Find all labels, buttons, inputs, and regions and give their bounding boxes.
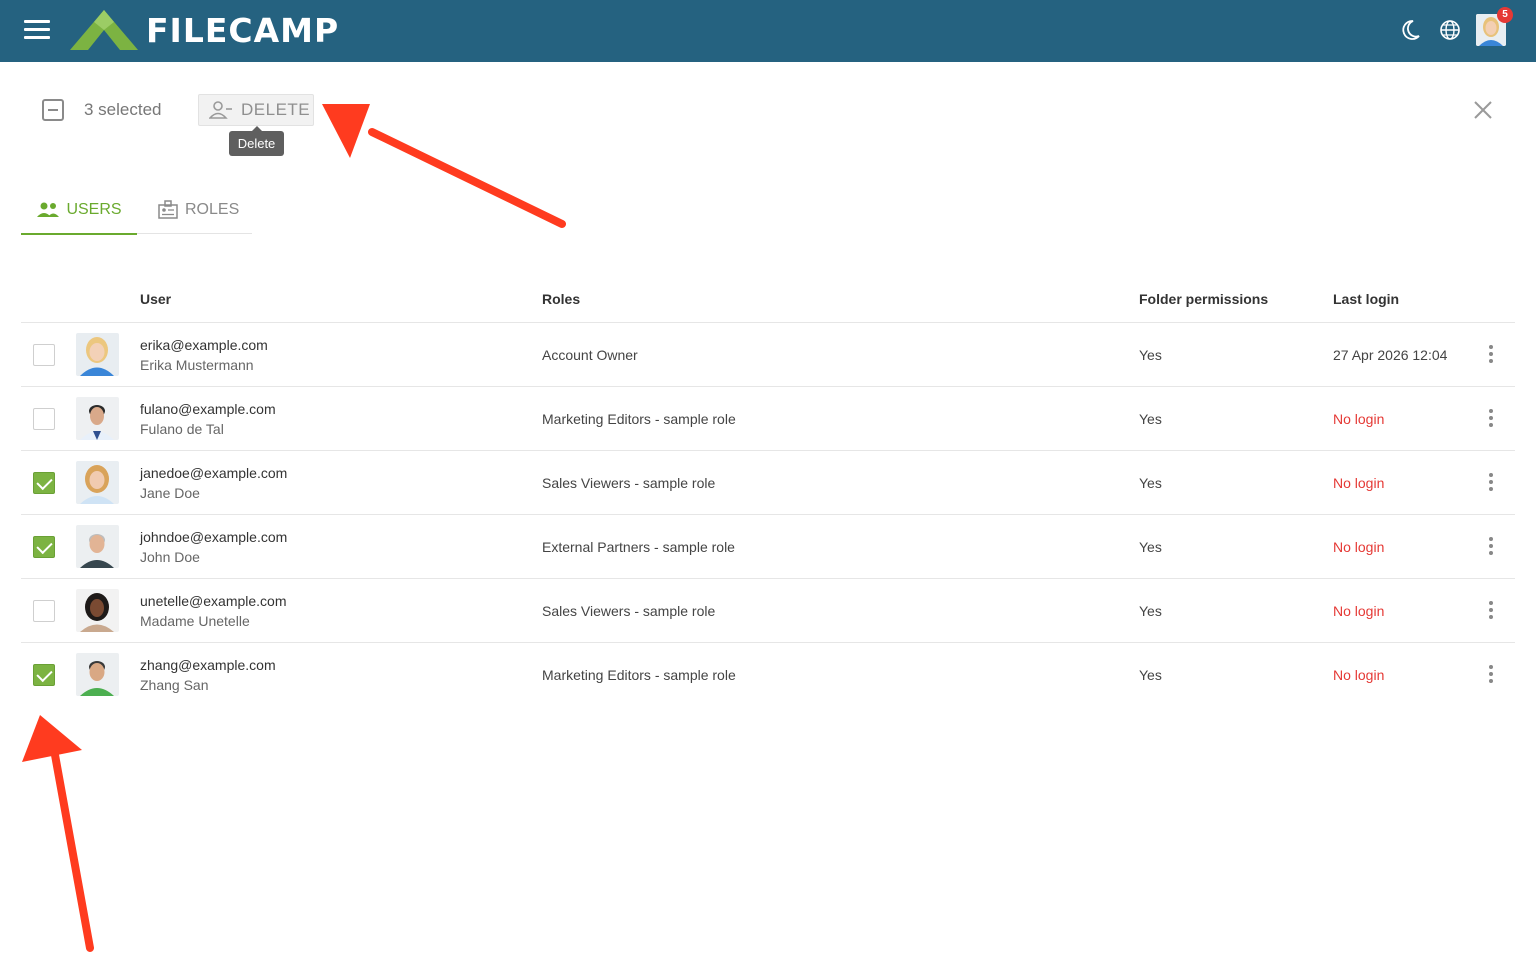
user-email: janedoe@example.com (140, 465, 288, 481)
tab-users[interactable]: USERS (21, 186, 137, 235)
more-vert-icon[interactable] (1487, 345, 1495, 365)
folder-permissions: Yes (1139, 539, 1162, 555)
user-role: External Partners - sample role (542, 539, 735, 555)
folder-permissions: Yes (1139, 475, 1162, 491)
selected-count: 3 selected (84, 100, 162, 119)
close-icon[interactable] (1472, 99, 1494, 121)
tab-users-label: USERS (66, 200, 122, 218)
delete-button[interactable]: DELETE (198, 94, 314, 126)
last-login: No login (1333, 475, 1385, 491)
user-email: zhang@example.com (140, 657, 276, 673)
row-checkbox[interactable] (33, 600, 55, 622)
logo-mountain-icon (70, 10, 138, 50)
folder-permissions: Yes (1139, 603, 1162, 619)
delete-tooltip: Delete (229, 126, 284, 156)
row-checkbox[interactable] (33, 664, 55, 686)
select-all-checkbox[interactable] (42, 99, 64, 121)
table-row[interactable]: johndoe@example.com John Doe External Pa… (21, 515, 1515, 579)
users-icon (37, 202, 60, 217)
delete-button-label: DELETE (241, 100, 311, 119)
more-vert-icon[interactable] (1487, 473, 1495, 493)
column-header-folder-permissions[interactable]: Folder permissions (1139, 291, 1268, 307)
row-checkbox[interactable] (33, 344, 55, 366)
notification-badge: 5 (1497, 7, 1513, 23)
user-email: erika@example.com (140, 337, 268, 353)
last-login: No login (1333, 667, 1385, 683)
user-avatar (76, 653, 119, 696)
last-login: No login (1333, 539, 1385, 555)
user-email: johndoe@example.com (140, 529, 288, 545)
arrow-to-delete-button (322, 104, 566, 228)
user-avatar (76, 525, 119, 568)
folder-permissions: Yes (1139, 411, 1162, 427)
user-avatar (76, 461, 119, 504)
user-name: Madame Unetelle (140, 613, 250, 629)
user-name: Erika Mustermann (140, 357, 254, 373)
last-login: 27 Apr 2026 12:04 (1333, 347, 1448, 363)
user-email: fulano@example.com (140, 401, 276, 417)
menu-icon[interactable] (24, 20, 50, 42)
folder-permissions: Yes (1139, 667, 1162, 683)
last-login: No login (1333, 411, 1385, 427)
more-vert-icon[interactable] (1487, 601, 1495, 621)
table-row[interactable]: erika@example.com Erika Mustermann Accou… (21, 323, 1515, 387)
user-avatar (76, 397, 119, 440)
roles-icon (158, 200, 178, 219)
user-name: Jane Doe (140, 485, 200, 501)
user-role: Sales Viewers - sample role (542, 603, 716, 619)
tab-bar: USERS ROLES (21, 186, 252, 235)
table-row[interactable]: zhang@example.com Zhang San Marketing Ed… (21, 643, 1515, 707)
more-vert-icon[interactable] (1487, 537, 1495, 557)
tab-roles-label: ROLES (185, 201, 240, 218)
user-role: Marketing Editors - sample role (542, 667, 736, 683)
tab-roles[interactable]: ROLES (157, 186, 239, 234)
user-role: Account Owner (542, 347, 638, 363)
table-row[interactable]: janedoe@example.com Jane Doe Sales Viewe… (21, 451, 1515, 515)
remove-user-icon (209, 101, 232, 119)
row-checkbox[interactable] (33, 408, 55, 430)
globe-icon[interactable] (1438, 18, 1462, 42)
user-role: Sales Viewers - sample role (542, 475, 716, 491)
user-avatar (76, 589, 119, 632)
more-vert-icon[interactable] (1487, 409, 1495, 429)
column-header-last-login[interactable]: Last login (1333, 291, 1399, 307)
table-row[interactable]: fulano@example.com Fulano de Tal Marketi… (21, 387, 1515, 451)
user-name: John Doe (140, 549, 200, 565)
row-checkbox[interactable] (33, 472, 55, 494)
user-name: Fulano de Tal (140, 421, 224, 437)
table-row[interactable]: unetelle@example.com Madame Unetelle Sal… (21, 579, 1515, 643)
arrow-to-checkboxes (22, 715, 94, 952)
filecamp-logo[interactable]: FILECAMP (68, 8, 339, 52)
top-app-bar: FILECAMP 5 (0, 0, 1536, 62)
row-checkbox[interactable] (33, 536, 55, 558)
moon-icon[interactable] (1398, 18, 1422, 42)
column-header-user[interactable]: User (140, 291, 171, 307)
logo-text: FILECAMP (146, 10, 340, 50)
user-avatar (76, 333, 119, 376)
last-login: No login (1333, 603, 1385, 619)
user-name: Zhang San (140, 677, 209, 693)
more-vert-icon[interactable] (1487, 665, 1495, 685)
user-email: unetelle@example.com (140, 593, 287, 609)
folder-permissions: Yes (1139, 347, 1162, 363)
user-role: Marketing Editors - sample role (542, 411, 736, 427)
column-header-roles[interactable]: Roles (542, 291, 580, 307)
